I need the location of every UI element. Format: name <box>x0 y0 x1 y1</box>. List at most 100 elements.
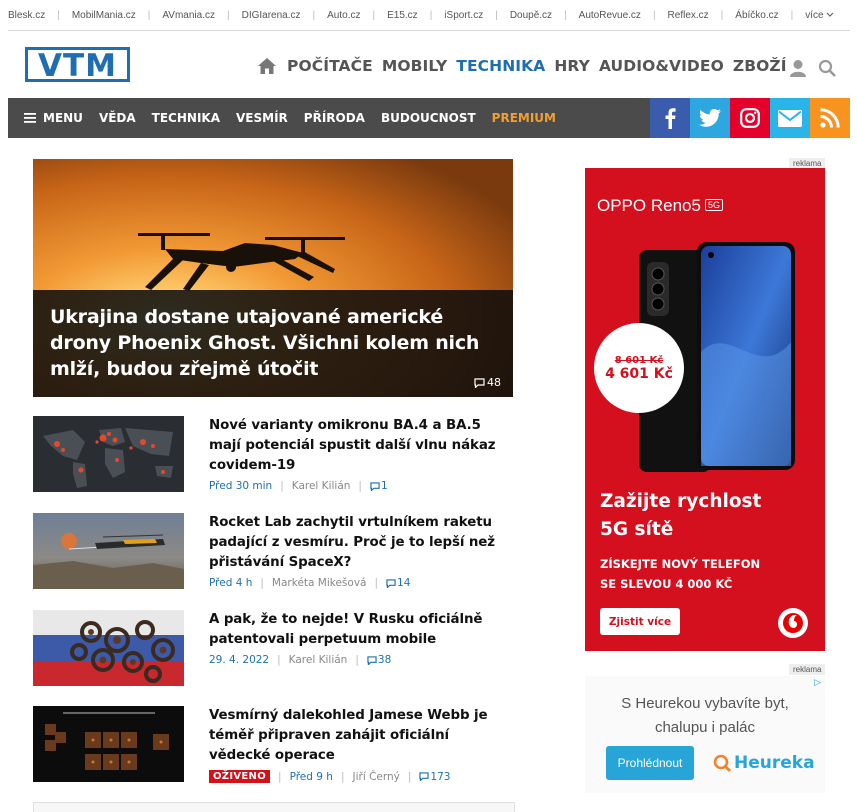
rss-icon <box>820 108 840 128</box>
rss-button[interactable] <box>810 98 850 138</box>
article-title[interactable]: Nové varianty omikronu BA.4 a BA.5 mají … <box>209 416 513 476</box>
article-comment-count: 1 <box>380 480 388 492</box>
comment-icon <box>367 655 377 665</box>
mail-icon <box>778 109 802 127</box>
portal-link-isport[interactable]: iSport.cz <box>444 10 483 21</box>
portal-link-mobilmania[interactable]: MobilMania.cz <box>72 10 136 21</box>
article-title[interactable]: A pak, že to nejde! V Rusku oficiálně pa… <box>209 610 513 650</box>
article-author[interactable]: Jiří Černý <box>352 771 399 783</box>
section-bar: MENU VĚDA TECHNIKA VESMÍR PŘÍRODA BUDOUC… <box>8 98 850 138</box>
section-budoucnost[interactable]: BUDOUCNOST <box>381 111 476 125</box>
nav-hry[interactable]: HRY <box>554 57 590 75</box>
ad-headline-2: 5G sítě <box>600 519 674 540</box>
article-thumb-webb-telescope[interactable] <box>33 706 184 782</box>
article-meta: 29. 4. 2022 | Karel Kilián | 38 <box>209 654 392 666</box>
user-icon[interactable] <box>789 59 807 77</box>
ad-5g-badge: 5G <box>704 199 723 211</box>
article-item[interactable]: A pak, že to nejde! V Rusku oficiálně pa… <box>33 610 513 686</box>
section-premium[interactable]: PREMIUM <box>492 111 556 125</box>
portal-link-autorevue[interactable]: AutoRevue.cz <box>579 10 641 21</box>
portal-link-e15[interactable]: E15.cz <box>387 10 418 21</box>
ad-headline: Zažijte rychlost <box>600 491 762 512</box>
section-priroda[interactable]: PŘÍRODA <box>304 111 365 125</box>
article-time: 29. 4. 2022 <box>209 654 270 666</box>
hamburger-icon <box>24 113 36 123</box>
menu-label: MENU <box>43 111 83 125</box>
heureka-browse-button[interactable]: Prohlédnout <box>606 746 694 780</box>
price-circle: 8 601 Kč 4 601 Kč <box>594 323 684 413</box>
oppo-ad-banner[interactable]: OPPO Reno5 5G 8 601 Kč 4 601 Kč Zažijte r… <box>585 168 825 651</box>
article-title[interactable]: Rocket Lab zachytil vrtulníkem raketu pa… <box>209 513 513 573</box>
comment-icon <box>474 377 485 388</box>
comment-icon <box>386 578 396 588</box>
article-thumb-rocket-helicopter[interactable] <box>33 513 184 589</box>
portal-link-blesk[interactable]: Blesk.cz <box>8 10 45 21</box>
article-time: Před 4 h <box>209 577 253 589</box>
twitter-button[interactable] <box>690 98 730 138</box>
ad-subline-2: SE SLEVOU 4 000 KČ <box>600 577 733 591</box>
article-author[interactable]: Markéta Mikešová <box>272 577 367 589</box>
old-price: 8 601 Kč <box>614 354 664 366</box>
heureka-ad-text-2: chalupu i palác <box>654 719 756 736</box>
vodafone-logo <box>778 608 808 638</box>
article-comments[interactable]: 173 <box>419 771 450 783</box>
portal-more-dropdown[interactable]: více <box>805 9 834 21</box>
portal-more-label: více <box>805 9 824 21</box>
nav-audio-video[interactable]: AUDIO&VIDEO <box>599 57 724 75</box>
next-article-edge <box>33 802 515 812</box>
article-thumb-covid-map[interactable] <box>33 416 184 492</box>
section-vesmir[interactable]: VESMÍR <box>236 111 288 125</box>
section-veda[interactable]: VĚDA <box>99 111 136 125</box>
nav-pocitace[interactable]: POČÍTAČE <box>287 57 373 75</box>
article-title[interactable]: Vesmírný dalekohled Jamese Webb je téměř… <box>209 706 513 766</box>
article-comment-count: 38 <box>377 654 392 666</box>
hero-comment-count: 48 <box>487 376 501 389</box>
heureka-ad-text: S Heurekou vybavíte byt, <box>621 695 789 712</box>
mail-button[interactable] <box>770 98 810 138</box>
portal-link-auto[interactable]: Auto.cz <box>327 10 360 21</box>
nav-mobily[interactable]: MOBILY <box>382 57 447 75</box>
article-comments[interactable]: 1 <box>370 480 388 492</box>
article-author[interactable]: Karel Kilián <box>289 654 348 666</box>
portal-link-avmania[interactable]: AVmania.cz <box>162 10 215 21</box>
article-comment-count: 173 <box>430 770 451 783</box>
portal-link-abicko[interactable]: Ábíčko.cz <box>735 10 778 21</box>
comment-icon <box>419 772 430 781</box>
article-item[interactable]: Vesmírný dalekohled Jamese Webb je téměř… <box>33 706 513 783</box>
new-price: 4 601 Kč <box>605 365 673 382</box>
menu-button[interactable]: MENU <box>24 111 83 125</box>
hero-comments[interactable]: 48 <box>474 376 501 389</box>
article-time: Před 9 h <box>289 770 333 783</box>
article-comments[interactable]: 38 <box>367 654 391 666</box>
portal-link-reflex[interactable]: Reflex.cz <box>668 10 709 21</box>
article-time: Před 30 min <box>209 480 273 492</box>
heureka-logo: Heureka <box>713 753 815 773</box>
hero-title[interactable]: Ukrajina dostane utajované americké dron… <box>50 304 497 382</box>
instagram-button[interactable] <box>730 98 770 138</box>
search-icon[interactable] <box>818 59 836 77</box>
section-technika[interactable]: TECHNIKA <box>152 111 220 125</box>
portal-link-digiarena[interactable]: DIGIarena.cz <box>242 10 301 21</box>
hero-article[interactable]: Ukrajina dostane utajované americké dron… <box>33 159 513 397</box>
article-item[interactable]: Rocket Lab zachytil vrtulníkem raketu pa… <box>33 513 513 589</box>
logo-text: VTM <box>38 48 117 82</box>
article-author[interactable]: Karel Kilián <box>292 480 351 492</box>
ad-cta-button[interactable]: Zjistit více <box>600 608 680 635</box>
instagram-icon <box>740 108 760 128</box>
article-meta: Před 4 h | Markéta Mikešová | 14 <box>209 577 411 589</box>
live-badge: OŽIVENO <box>209 770 271 783</box>
nav-zbozi[interactable]: ZBOŽÍ <box>733 57 787 75</box>
ad-label: reklama <box>789 664 826 675</box>
article-thumb-gears-flag[interactable] <box>33 610 184 686</box>
portal-link-doupe[interactable]: Doupě.cz <box>510 10 552 21</box>
nav-technika[interactable]: TECHNIKA <box>456 57 545 75</box>
facebook-button[interactable] <box>650 98 690 138</box>
article-item[interactable]: Nové varianty omikronu BA.4 a BA.5 mají … <box>33 416 513 492</box>
facebook-icon <box>665 108 676 129</box>
article-meta: Před 30 min | Karel Kilián | 1 <box>209 480 388 492</box>
home-icon[interactable] <box>257 57 277 75</box>
vtm-logo[interactable]: VTM <box>25 47 130 84</box>
adchoices-icon[interactable]: ▷ <box>814 678 821 688</box>
heureka-ad-banner[interactable]: ▷ S Heurekou vybavíte byt, chalupu i pal… <box>585 676 825 793</box>
article-comments[interactable]: 14 <box>386 577 410 589</box>
